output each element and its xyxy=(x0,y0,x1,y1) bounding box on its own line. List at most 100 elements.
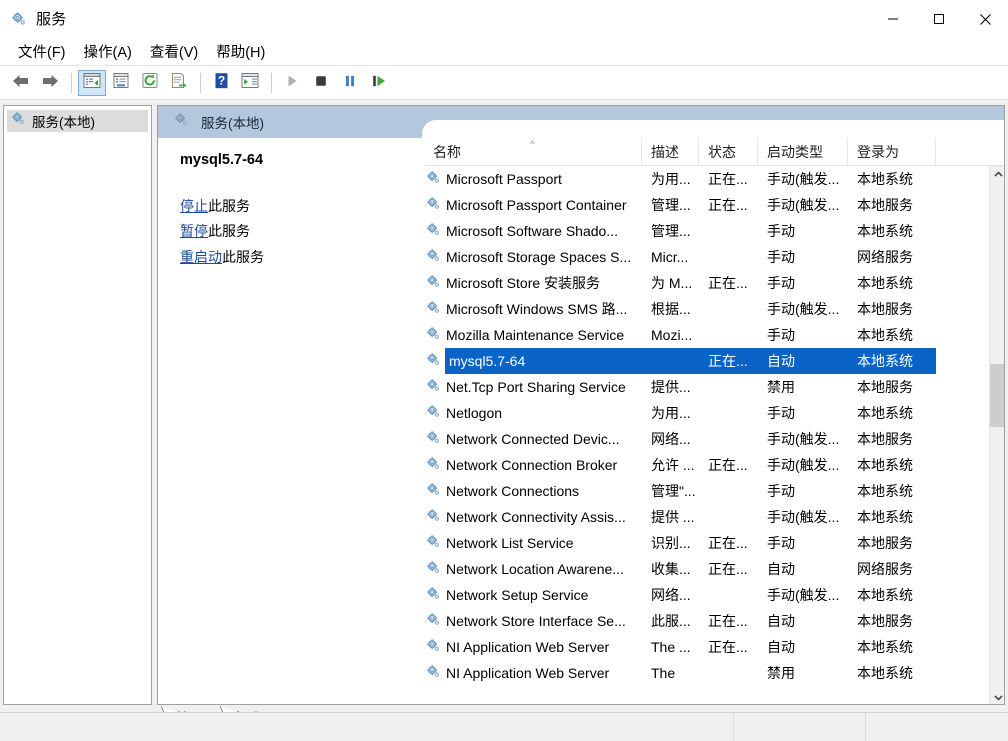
table-row[interactable]: Microsoft Passport Container 管理... 正在... 手动… xyxy=(424,192,989,218)
cell-service-name: Microsoft Storage Spaces S... xyxy=(424,244,642,270)
service-gear-icon xyxy=(426,430,441,448)
console-tree-pane: 服务(本地) xyxy=(3,105,152,705)
table-row[interactable]: NI Application Web Server The ... 正在... 自动 本… xyxy=(424,634,989,660)
properties-button[interactable] xyxy=(107,70,135,96)
table-row[interactable]: NI Application Web Server The 禁用 本地系统 xyxy=(424,660,989,686)
scroll-up-button[interactable] xyxy=(990,166,1004,183)
list-vertical-scrollbar[interactable] xyxy=(989,166,1004,704)
table-row[interactable]: Microsoft Store 安装服务 为 M... 正在... 手动 本地系统 xyxy=(424,270,989,296)
column-description[interactable]: 描述 xyxy=(642,138,699,165)
table-row[interactable]: Network Location Awarene... 收集... 正在... 自动 网… xyxy=(424,556,989,582)
cell-log-on-as: 本地系统 xyxy=(857,327,913,343)
pause-service-link[interactable]: 暂停此服务 xyxy=(180,221,422,241)
table-row[interactable]: Network Connected Devic... 网络... 手动(触发... 本… xyxy=(424,426,989,452)
table-row[interactable]: Net.Tcp Port Sharing Service 提供... 禁用 本地服务 xyxy=(424,374,989,400)
menu-view[interactable]: 查看(V) xyxy=(141,38,207,66)
start-service-button[interactable] xyxy=(278,70,306,96)
restart-service-link-text[interactable]: 重启动 xyxy=(180,249,222,265)
column-startup-type[interactable]: 启动类型 xyxy=(758,138,848,165)
scroll-down-button[interactable] xyxy=(990,689,1004,704)
band-corner-notch xyxy=(422,120,1004,138)
forward-button[interactable] xyxy=(36,70,64,96)
column-name[interactable]: 名称 ^ xyxy=(424,138,642,165)
stop-service-button[interactable] xyxy=(307,70,335,96)
table-row[interactable]: mysql5.7-64 正在... 自动 本地系统 xyxy=(424,348,989,374)
service-name-text: Network Connectivity Assis... xyxy=(446,509,626,525)
menu-action[interactable]: 操作(A) xyxy=(75,38,141,66)
service-gear-icon xyxy=(426,352,441,370)
cell-service-name: Network Setup Service xyxy=(424,582,642,608)
stop-service-link-text[interactable]: 停止 xyxy=(180,198,208,214)
show-hide-tree-button[interactable] xyxy=(78,70,106,96)
service-gear-icon xyxy=(426,456,441,474)
sidebar-item-label: 服务(本地) xyxy=(32,115,95,130)
cell-log-on-as: 本地系统 xyxy=(857,483,913,499)
play-triangle-icon xyxy=(284,73,300,94)
help-button[interactable]: ? xyxy=(207,70,235,96)
refresh-button[interactable] xyxy=(136,70,164,96)
status-divider xyxy=(733,713,734,741)
cell-service-name: Microsoft Store 安装服务 xyxy=(424,270,642,296)
service-name-text: Microsoft Passport xyxy=(446,171,562,187)
status-divider xyxy=(865,713,866,741)
restart-service-link[interactable]: 重启动此服务 xyxy=(180,247,422,267)
service-name-text: Network Location Awarene... xyxy=(446,561,624,577)
table-row[interactable]: Microsoft Software Shado... 管理... 手动 本地系统 xyxy=(424,218,989,244)
maximize-button[interactable] xyxy=(916,0,962,38)
table-row[interactable]: Network Connections 管理"... 手动 本地系统 xyxy=(424,478,989,504)
menu-file[interactable]: 文件(F) xyxy=(9,38,75,66)
restart-service-button[interactable] xyxy=(365,70,393,96)
table-row[interactable]: Network List Service 识别... 正在... 手动 本地服务 xyxy=(424,530,989,556)
table-row[interactable]: Microsoft Passport 为用... 正在... 手动(触发... 本地系统 xyxy=(424,166,989,192)
cell-service-name: Net.Tcp Port Sharing Service xyxy=(424,374,642,400)
cell-log-on-as: 本地系统 xyxy=(857,405,913,421)
status-bar xyxy=(0,712,1008,741)
minimize-button[interactable] xyxy=(870,0,916,38)
pause-service-link-text[interactable]: 暂停 xyxy=(180,223,208,239)
results-pane: 服务(本地) mysql5.7-64 停止此服务 暂停此服务 重启动此服务 名称… xyxy=(157,105,1005,705)
table-row[interactable]: Network Setup Service 网络... 手动(触发... 本地系统 xyxy=(424,582,989,608)
table-row[interactable]: Netlogon 为用... 手动 本地系统 xyxy=(424,400,989,426)
cell-startup-type: 手动 xyxy=(767,249,795,265)
service-gear-icon xyxy=(426,274,441,292)
export-list-button[interactable] xyxy=(165,70,193,96)
cell-description: 网络... xyxy=(651,587,691,603)
cell-log-on-as: 本地系统 xyxy=(857,223,913,239)
cell-log-on-as: 本地系统 xyxy=(857,275,913,291)
cell-status: 正在... xyxy=(708,561,748,577)
cell-description: Micr... xyxy=(651,249,689,265)
list-header-row: 名称 ^ 描述 状态 启动类型 登录为 xyxy=(424,138,1004,166)
table-row[interactable]: Microsoft Storage Spaces S... Micr... 手动 网络… xyxy=(424,244,989,270)
cell-service-name: Microsoft Software Shado... xyxy=(424,218,642,244)
services-list-pane: 名称 ^ 描述 状态 启动类型 登录为 Microsoft Passport 为… xyxy=(424,138,1004,704)
svg-text:?: ? xyxy=(217,74,224,88)
table-row[interactable]: Microsoft Windows SMS 路... 根据... 手动(触发... 本… xyxy=(424,296,989,322)
cell-startup-type: 手动 xyxy=(767,223,795,239)
properties-window-icon xyxy=(112,72,130,94)
column-status[interactable]: 状态 xyxy=(699,138,758,165)
service-gear-icon xyxy=(426,196,441,214)
cell-description: Mozi... xyxy=(651,327,693,343)
cell-status: 正在... xyxy=(699,348,758,374)
stop-service-link[interactable]: 停止此服务 xyxy=(180,196,422,216)
pause-service-button[interactable] xyxy=(336,70,364,96)
scrollbar-thumb[interactable] xyxy=(990,364,1004,427)
cell-status xyxy=(699,426,758,452)
table-row[interactable]: Network Store Interface Se... 此服... 正在... 自… xyxy=(424,608,989,634)
table-row[interactable]: Mozilla Maintenance Service Mozi... 手动 本地系统 xyxy=(424,322,989,348)
table-row[interactable]: Network Connectivity Assis... 提供 ... 手动(触发… xyxy=(424,504,989,530)
menu-help[interactable]: 帮助(H) xyxy=(207,38,274,66)
toolbar-separator xyxy=(271,73,272,93)
cell-log-on-as: 本地服务 xyxy=(857,301,913,317)
cell-status: 正在... xyxy=(708,275,748,291)
back-button[interactable] xyxy=(7,70,35,96)
table-row[interactable]: Network Connection Broker 允许 ... 正在... 手动(触… xyxy=(424,452,989,478)
cell-startup-type: 手动 xyxy=(767,535,795,551)
column-log-on-as[interactable]: 登录为 xyxy=(848,138,936,165)
close-button[interactable] xyxy=(962,0,1008,38)
show-action-pane-button[interactable] xyxy=(236,70,264,96)
restart-icon xyxy=(371,73,387,94)
sidebar-item-services-local[interactable]: 服务(本地) xyxy=(7,110,148,132)
cell-log-on-as: 本地服务 xyxy=(857,197,913,213)
pause-bars-icon xyxy=(342,73,358,94)
